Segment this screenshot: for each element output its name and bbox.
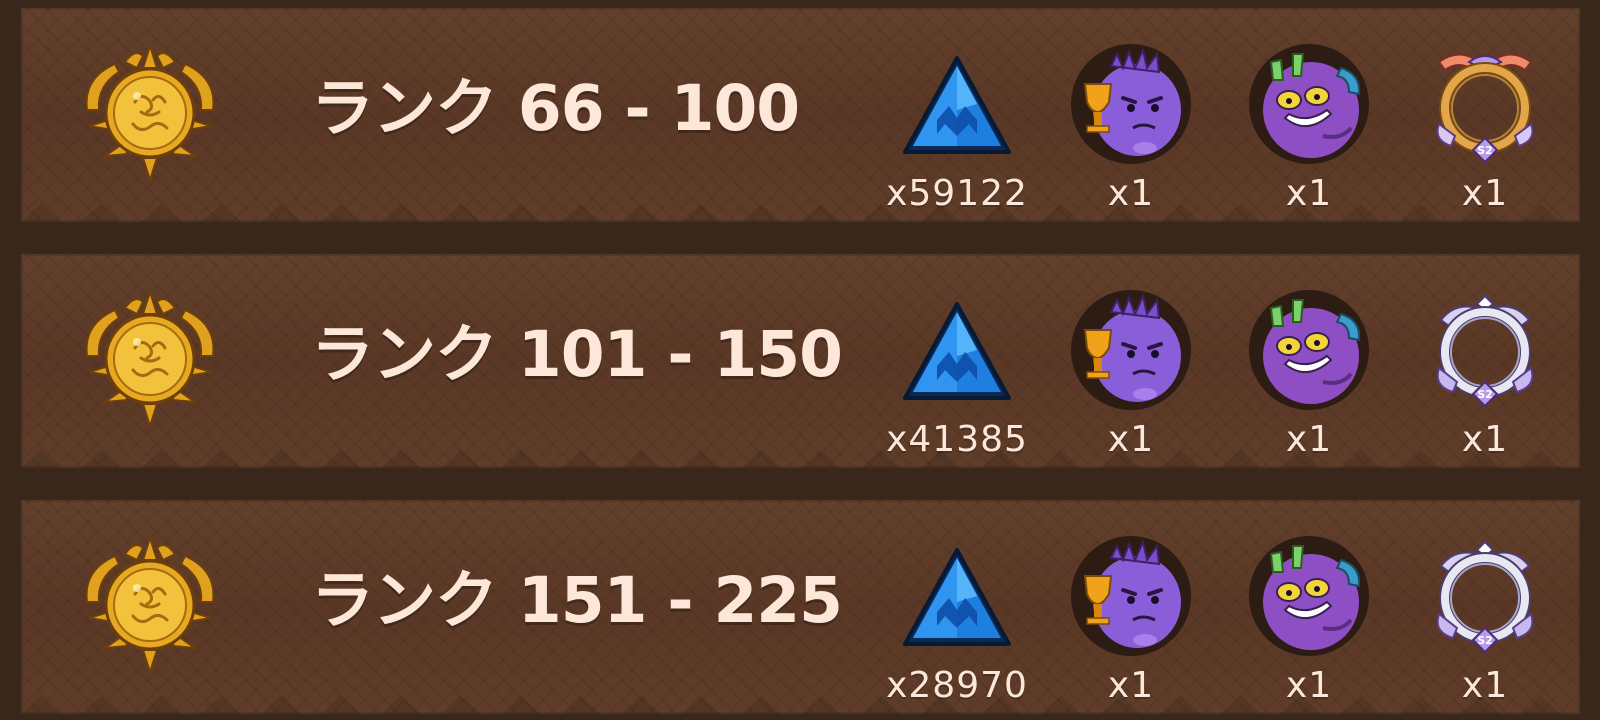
avatar-frame-reward: S2 x1: [1405, 34, 1565, 224]
reward-quantity: x1: [1107, 419, 1155, 460]
reward-quantity: x1: [1107, 665, 1155, 706]
crystal-reward: x28970: [877, 526, 1037, 716]
rank-range-title: ランク 151 - 225: [311, 564, 843, 637]
reward-quantity: x1: [1285, 419, 1333, 460]
golden-sun-emblem-icon: [85, 534, 215, 676]
reward-quantity: x59122: [886, 173, 1028, 214]
reward-quantity: x1: [1461, 665, 1509, 706]
golden-sun-emblem-icon: [85, 288, 215, 430]
reward-quantity: x1: [1461, 419, 1509, 460]
rank-range-title: ランク 66 - 100: [311, 72, 800, 145]
avatar-trophy-reward: x1: [1051, 280, 1211, 470]
avatar-frame-icon: S2: [1436, 294, 1534, 408]
crystal-reward: x41385: [877, 280, 1037, 470]
purple-monster-trophy-avatar-icon: [1071, 290, 1191, 410]
rank-tier-row: ランク 151 - 225 x28970 x1 x1 S2 x1: [21, 500, 1580, 714]
crystal-reward: x59122: [877, 34, 1037, 224]
frame-season-badge: S2: [1477, 144, 1493, 157]
avatar-trophy-reward: x1: [1051, 526, 1211, 716]
reward-quantity: x1: [1107, 173, 1155, 214]
purple-monster-grin-avatar-icon: [1249, 536, 1369, 656]
rank-tier-row: ランク 101 - 150 x41385 x1 x1 S2 x1: [21, 254, 1580, 468]
purple-monster-grin-avatar-icon: [1249, 290, 1369, 410]
reward-quantity: x41385: [886, 419, 1028, 460]
avatar-grin-reward: x1: [1229, 526, 1389, 716]
blue-crystal-icon: [903, 56, 1011, 154]
rank-tier-row: ランク 66 - 100 x59122 x1 x1 S2 x1: [21, 8, 1580, 222]
avatar-grin-reward: x1: [1229, 280, 1389, 470]
avatar-trophy-reward: x1: [1051, 34, 1211, 224]
reward-quantity: x1: [1285, 665, 1333, 706]
frame-season-badge: S2: [1477, 634, 1493, 647]
rank-rewards-list: ランク 66 - 100 x59122 x1 x1 S2 x1 ランク 101 …: [21, 8, 1580, 714]
avatar-frame-reward: S2 x1: [1405, 280, 1565, 470]
purple-monster-trophy-avatar-icon: [1071, 44, 1191, 164]
reward-quantity: x1: [1285, 173, 1333, 214]
blue-crystal-icon: [903, 302, 1011, 400]
purple-monster-trophy-avatar-icon: [1071, 536, 1191, 656]
purple-monster-grin-avatar-icon: [1249, 44, 1369, 164]
avatar-frame-icon: S2: [1436, 53, 1534, 164]
reward-quantity: x28970: [886, 665, 1028, 706]
frame-season-badge: S2: [1477, 388, 1493, 401]
avatar-frame-icon: S2: [1436, 540, 1534, 654]
blue-crystal-icon: [903, 548, 1011, 646]
avatar-frame-reward: S2 x1: [1405, 526, 1565, 716]
reward-quantity: x1: [1461, 173, 1509, 214]
avatar-grin-reward: x1: [1229, 34, 1389, 224]
rank-range-title: ランク 101 - 150: [311, 318, 843, 391]
golden-sun-emblem-icon: [85, 42, 215, 184]
